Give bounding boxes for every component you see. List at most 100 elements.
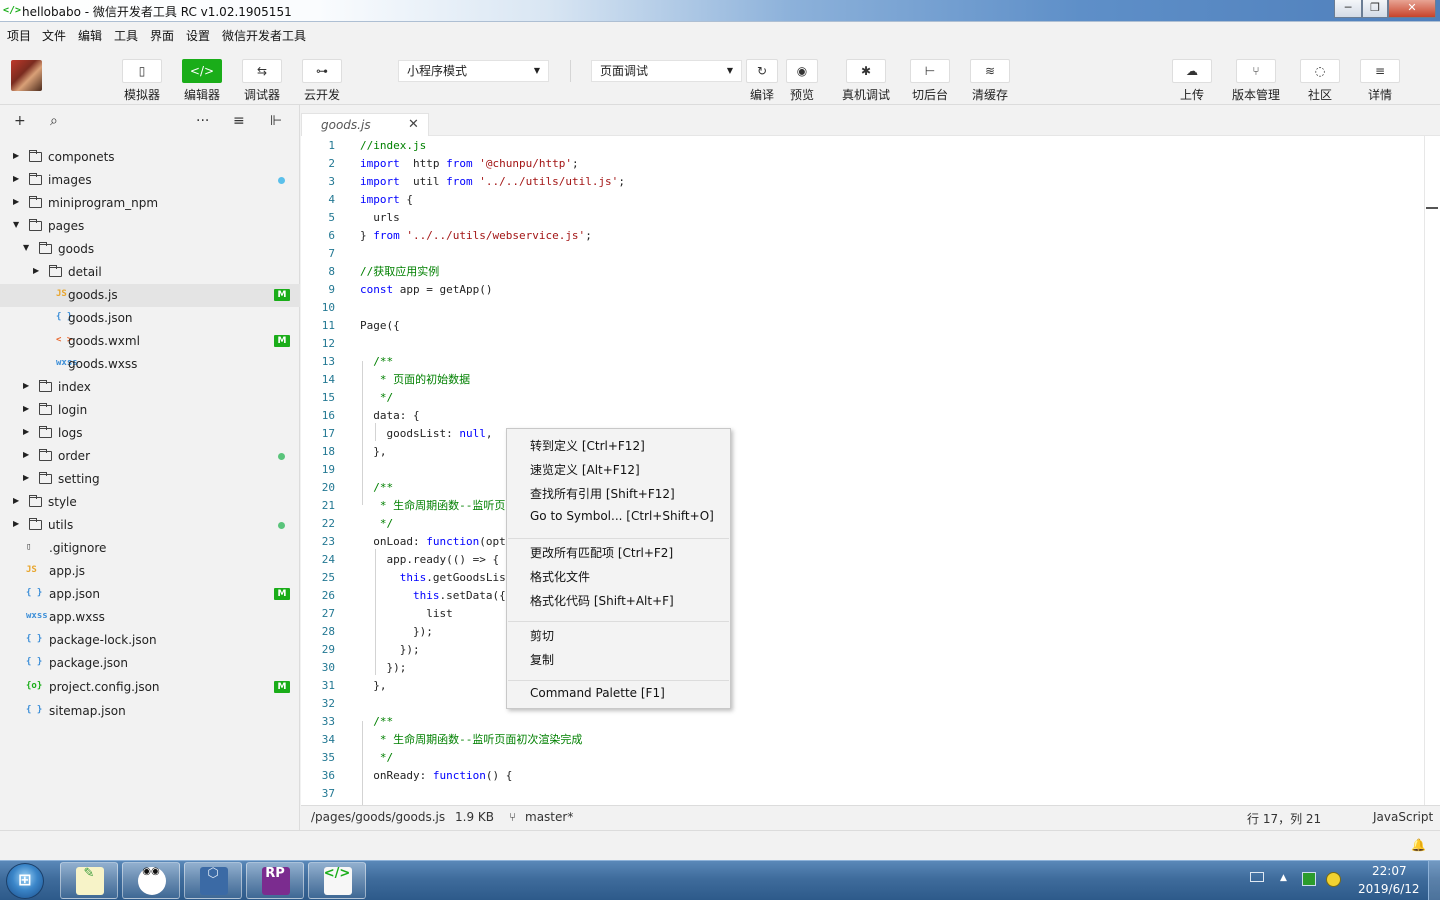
menu-tools[interactable]: 工具 — [114, 27, 138, 44]
context-menu-item[interactable]: 格式化文件 — [530, 568, 590, 585]
tree-item[interactable]: ▶ order — [0, 445, 300, 468]
language-mode[interactable]: JavaScript — [1373, 810, 1433, 824]
toolbar-button-upload[interactable]: ☁ — [1172, 59, 1212, 83]
close-tab-icon[interactable]: ✕ — [408, 117, 419, 132]
context-menu-item[interactable]: Go to Symbol... [Ctrl+Shift+O] — [530, 509, 714, 523]
maximize-button[interactable]: ❐ — [1362, 0, 1388, 18]
collapse-panel-icon[interactable]: ⊩ — [270, 113, 282, 129]
tree-item[interactable]: { } goods.json — [0, 307, 300, 330]
menu-separator — [508, 621, 729, 622]
tree-item-label: .gitignore — [49, 541, 107, 555]
code-token: this — [412, 589, 440, 602]
toolbar-button-code[interactable]: </> — [182, 59, 222, 83]
context-menu-item[interactable]: 转到定义 [Ctrl+F12] — [530, 437, 645, 454]
toolbar-button-branch[interactable]: ⑂ — [1236, 59, 1276, 83]
clock-time[interactable]: 22:07 — [1372, 864, 1407, 878]
code-token: from — [446, 175, 473, 188]
tree-item[interactable]: { } package.json — [0, 652, 300, 675]
network-icon[interactable] — [1302, 872, 1316, 886]
tree-item[interactable]: ▶ logs — [0, 422, 300, 445]
menu-project[interactable]: 项目 — [7, 27, 31, 44]
tree-item[interactable]: ▶ miniprogram_npm — [0, 192, 300, 215]
toolbar-button-debug[interactable]: ⇆ — [242, 59, 282, 83]
tree-item[interactable]: ▶ login — [0, 399, 300, 422]
tree-item[interactable]: ▯ .gitignore — [0, 537, 300, 560]
json-file-icon: { } — [26, 588, 43, 598]
show-desktop-button[interactable] — [1428, 861, 1440, 900]
tree-item[interactable]: {o} project.config.json M — [0, 676, 300, 699]
tree-item[interactable]: wxss app.wxss — [0, 606, 300, 629]
toolbar-button-refresh[interactable]: ↻ — [746, 59, 778, 83]
sort-icon[interactable]: ≡ — [233, 113, 245, 129]
tree-item[interactable]: ▶ setting — [0, 468, 300, 491]
toolbar-button-chat[interactable]: ◌ — [1300, 59, 1340, 83]
toolbar-button-cloud-link[interactable]: ⊶ — [302, 59, 342, 83]
editor-tab-goods-js[interactable]: goods.js ✕ — [301, 113, 429, 137]
tree-item[interactable]: { } package-lock.json — [0, 629, 300, 652]
editor-scrollbar[interactable] — [1424, 136, 1425, 805]
scrollbar-cursor-marker — [1426, 207, 1438, 209]
more-icon[interactable]: ··· — [196, 113, 209, 129]
toolbar-label: 切后台 — [911, 88, 948, 102]
toolbar-button-bug[interactable]: ✱ — [846, 59, 886, 83]
tree-item[interactable]: { } sitemap.json — [0, 700, 300, 723]
folder-icon — [29, 495, 42, 507]
context-menu-item[interactable]: Command Palette [F1] — [530, 686, 665, 700]
tree-item[interactable]: ▼ goods — [0, 238, 300, 261]
start-button[interactable]: ⊞ — [6, 863, 44, 899]
avatar[interactable] — [11, 60, 42, 91]
security-icon[interactable] — [1326, 872, 1341, 887]
add-file-icon[interactable]: + — [14, 113, 26, 129]
tree-item[interactable]: ▶ index — [0, 376, 300, 399]
menu-settings[interactable]: 设置 — [186, 27, 210, 44]
file-file-icon: ▯ — [26, 542, 32, 552]
search-icon[interactable]: ⌕ — [50, 113, 58, 129]
menu-wechat-devtools[interactable]: 微信开发者工具 — [222, 27, 306, 44]
code-line: Page({ — [360, 317, 400, 335]
code-token: ; — [618, 175, 625, 188]
tree-item[interactable]: JS app.js — [0, 560, 300, 583]
taskbar-app[interactable]: </> — [308, 862, 366, 899]
folder-icon — [29, 518, 42, 530]
tree-item[interactable]: wxss goods.wxss — [0, 353, 300, 376]
context-menu-item[interactable]: 剪切 — [530, 627, 554, 644]
chat-icon: ◌ — [1314, 64, 1326, 78]
menu-edit[interactable]: 编辑 — [78, 27, 102, 44]
git-branch[interactable]: master* — [525, 810, 573, 824]
tree-item[interactable]: ▶ detail — [0, 261, 300, 284]
context-menu-item[interactable]: 复制 — [530, 651, 554, 668]
context-menu-item[interactable]: 速览定义 [Alt+F12] — [530, 461, 640, 478]
toolbar-button-phone[interactable]: ▯ — [122, 59, 162, 83]
caret-right-icon: ▶ — [13, 496, 20, 505]
bell-icon[interactable]: 🔔 — [1411, 838, 1426, 852]
tree-item[interactable]: JS goods.js M — [0, 284, 300, 307]
toolbar-button-eye[interactable]: ◉ — [786, 59, 818, 83]
compile-mode-select[interactable]: 页面调试 ▼ — [591, 60, 742, 82]
tray-expand-icon[interactable]: ▲ — [1280, 873, 1287, 883]
context-menu-item[interactable]: 格式化代码 [Shift+Alt+F] — [530, 592, 674, 609]
toolbar-button-layers[interactable]: ≋ — [970, 59, 1010, 83]
tree-item[interactable]: < > goods.wxml M — [0, 330, 300, 353]
mode-select[interactable]: 小程序模式 ▼ — [398, 60, 549, 82]
cursor-position[interactable]: 行 17，列 21 — [1247, 810, 1321, 827]
code-line: data: { — [360, 407, 419, 425]
tree-item[interactable]: ▶ images — [0, 169, 300, 192]
close-button[interactable]: ✕ — [1388, 0, 1436, 18]
tree-item[interactable]: ▶ utils — [0, 514, 300, 537]
menu-view[interactable]: 界面 — [150, 27, 174, 44]
tree-item[interactable]: ▼ pages — [0, 215, 300, 238]
clock-date[interactable]: 2019/6/12 — [1358, 882, 1420, 896]
context-menu-item[interactable]: 查找所有引用 [Shift+F12] — [530, 485, 675, 502]
caret-right-icon: ▶ — [33, 266, 40, 275]
menu-file[interactable]: 文件 — [42, 27, 66, 44]
toolbar-button-menu[interactable]: ≡ — [1360, 59, 1400, 83]
tree-item[interactable]: ▶ componets — [0, 146, 300, 169]
toolbar-button-background[interactable]: ⊢ — [910, 59, 950, 83]
keyboard-icon[interactable] — [1250, 872, 1264, 882]
tree-item[interactable]: { } app.json M — [0, 583, 300, 606]
minimize-button[interactable]: ─ — [1334, 0, 1362, 18]
context-menu-item[interactable]: 更改所有匹配项 [Ctrl+F2] — [530, 544, 673, 561]
tree-item[interactable]: ▶ style — [0, 491, 300, 514]
code-editor[interactable]: 1 2 3 4 5 6 7 8 9 10 11 12 13 14 15 16 17 18 19 20 21 22 23 24 2… — [301, 136, 1440, 805]
